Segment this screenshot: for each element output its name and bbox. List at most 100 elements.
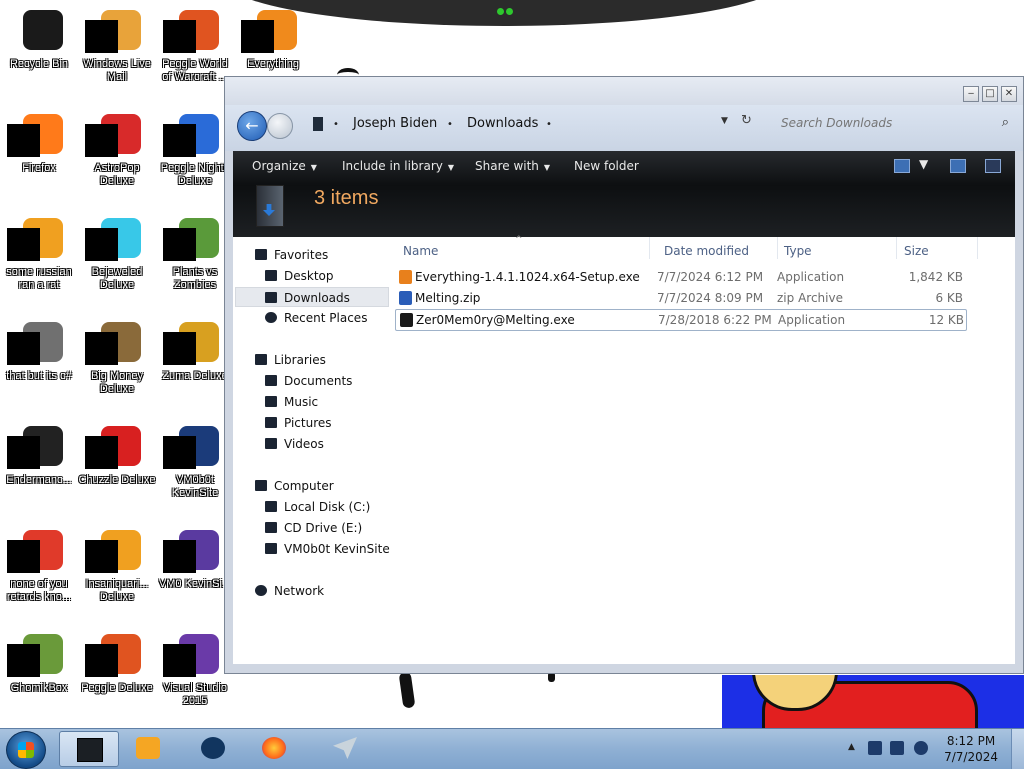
desktop-icon[interactable]: Zuma Deluxe bbox=[156, 312, 234, 383]
column-header-name[interactable]: Name bbox=[403, 241, 438, 261]
column-header-date[interactable]: Date modified bbox=[664, 241, 749, 261]
file-row[interactable]: Everything-1.4.1.1024.x64-Setup.exe 7/7/2… bbox=[395, 267, 965, 287]
tray-monitor-icon[interactable] bbox=[890, 741, 904, 755]
desktop-icon-label: Chuzzle Deluxe bbox=[78, 474, 156, 486]
taskbar-globe-button[interactable] bbox=[184, 731, 242, 765]
file-icon bbox=[399, 270, 412, 284]
file-row[interactable]: Zer0Mem0ry@Melting.exe 7/28/2018 6:22 PM A… bbox=[395, 309, 967, 331]
nav-computer[interactable]: Computer bbox=[255, 476, 334, 496]
file-list[interactable]: ^ Name Date modified Type Size Everythin… bbox=[393, 235, 1015, 664]
nav-network[interactable]: Network bbox=[255, 581, 324, 601]
desktop-icon-image bbox=[85, 320, 141, 368]
desktop-icon[interactable]: Big Money Deluxe bbox=[78, 312, 156, 396]
nav-libraries[interactable]: Libraries bbox=[255, 350, 326, 370]
nav-downloads[interactable]: Downloads bbox=[235, 287, 389, 307]
desktop-icon-label: VM0 KevinSi... bbox=[158, 578, 232, 590]
show-hidden-icons-icon[interactable]: ▲ bbox=[848, 742, 855, 752]
desktop-icon[interactable]: Endermanc... bbox=[0, 416, 78, 487]
nav-label: Recent Places bbox=[284, 311, 368, 325]
taskbar-firefox-button[interactable] bbox=[245, 731, 303, 765]
file-name: Zer0Mem0ry@Melting.exe bbox=[416, 313, 575, 327]
forward-button[interactable] bbox=[267, 113, 293, 139]
desktop-icon[interactable]: AstroPop Deluxe bbox=[78, 104, 156, 188]
organize-label: Organize bbox=[252, 159, 306, 173]
nav-favorites[interactable]: Favorites bbox=[255, 245, 328, 265]
desktop-icon[interactable]: Everything bbox=[234, 0, 312, 71]
file-size: 12 KB bbox=[928, 313, 964, 327]
help-icon[interactable] bbox=[985, 159, 1001, 173]
show-desktop-button[interactable] bbox=[1011, 729, 1024, 769]
desktop-icon[interactable]: some russian ran a rat bbox=[0, 208, 78, 292]
close-button[interactable]: ✕ bbox=[1001, 86, 1017, 102]
column-divider[interactable] bbox=[649, 237, 650, 259]
new-folder-button[interactable]: New folder bbox=[574, 159, 639, 173]
desktop-icon[interactable]: Peggle Deluxe bbox=[78, 624, 156, 695]
nav-local-disk[interactable]: Local Disk (C:) bbox=[265, 497, 370, 517]
nav-vm0b0t[interactable]: VM0b0t KevinSite bbox=[265, 539, 390, 559]
share-with-button[interactable]: Share with ▼ bbox=[475, 159, 550, 173]
refresh-icon[interactable]: ↻ bbox=[741, 113, 752, 128]
desktop-icon[interactable]: Firefox bbox=[0, 104, 78, 175]
minimize-button[interactable]: ‒ bbox=[963, 86, 979, 102]
tray-volume-icon[interactable] bbox=[914, 741, 928, 755]
windows-logo-icon bbox=[18, 742, 34, 758]
column-header-type[interactable]: Type bbox=[784, 241, 812, 261]
desktop-icon[interactable]: Insaniquari... Deluxe bbox=[78, 520, 156, 604]
nav-pictures[interactable]: Pictures bbox=[265, 413, 332, 433]
desktop-icon[interactable]: that but its c# bbox=[0, 312, 78, 383]
nav-recent-places[interactable]: Recent Places bbox=[265, 308, 367, 328]
taskbar-media-player-button[interactable] bbox=[119, 731, 177, 765]
column-divider[interactable] bbox=[777, 237, 778, 259]
desktop-icon[interactable]: Plants vs Zombies bbox=[156, 208, 234, 292]
desktop-icon[interactable]: Peggle World of Warcraft ... bbox=[156, 0, 234, 84]
desktop-icon[interactable]: GhomikBox bbox=[0, 624, 78, 695]
address-dropdown-icon[interactable]: ▼ bbox=[721, 116, 728, 126]
desktop-icon[interactable]: VM0b0t KevinSite bbox=[156, 416, 234, 500]
nav-label: Libraries bbox=[274, 353, 326, 367]
nav-music[interactable]: Music bbox=[265, 392, 318, 412]
tray-shield-icon[interactable] bbox=[868, 741, 882, 755]
taskbar-explorer-button[interactable] bbox=[59, 731, 119, 767]
clock-time: 8:12 PM bbox=[946, 734, 996, 748]
start-button[interactable] bbox=[6, 731, 46, 769]
maximize-button[interactable]: □ bbox=[982, 86, 998, 102]
globe-icon bbox=[201, 737, 225, 759]
desktop-icon[interactable]: Chuzzle Deluxe bbox=[78, 416, 156, 487]
desktop-icon[interactable]: VM0 KevinSi... bbox=[156, 520, 234, 591]
file-size: 1,842 KB bbox=[908, 270, 963, 284]
desktop-icon[interactable]: Bejeweled Deluxe bbox=[78, 208, 156, 292]
nav-desktop[interactable]: Desktop bbox=[265, 266, 334, 286]
breadcrumb-user[interactable]: Joseph Biden bbox=[353, 116, 437, 131]
address-bar[interactable]: • Joseph Biden • Downloads • bbox=[303, 111, 753, 137]
organize-button[interactable]: Organize ▼ bbox=[252, 159, 317, 173]
preview-pane-icon[interactable] bbox=[950, 159, 966, 173]
search-box[interactable]: ⌕ bbox=[775, 111, 1015, 135]
nav-cd-drive[interactable]: CD Drive (E:) bbox=[265, 518, 362, 538]
nav-documents[interactable]: Documents bbox=[265, 371, 352, 391]
desktop-icon[interactable]: Peggle Nights Deluxe bbox=[156, 104, 234, 188]
column-header-size[interactable]: Size bbox=[904, 241, 929, 261]
column-divider[interactable] bbox=[896, 237, 897, 259]
explorer-icon bbox=[77, 738, 103, 762]
taskbar-send-button[interactable] bbox=[316, 731, 374, 765]
window-title-bar[interactable]: ‒ □ ✕ bbox=[225, 77, 1023, 105]
back-button[interactable]: ← bbox=[237, 111, 267, 141]
clock[interactable]: 8:12 PM 7/7/2024 bbox=[944, 733, 998, 765]
change-view-icon[interactable] bbox=[894, 159, 910, 173]
desktop-icon[interactable]: Visual Studio 2015 bbox=[156, 624, 234, 708]
desktop-icon[interactable]: Windows Live Mail bbox=[78, 0, 156, 84]
column-divider[interactable] bbox=[977, 237, 978, 259]
desktop-icon[interactable]: Recycle Bin bbox=[0, 0, 78, 71]
breadcrumb-downloads[interactable]: Downloads bbox=[467, 116, 538, 131]
search-icon[interactable]: ⌕ bbox=[1002, 115, 1009, 130]
desktop-icon-image bbox=[15, 8, 63, 56]
file-row[interactable]: Melting.zip 7/7/2024 8:09 PM zip Archive 6 … bbox=[395, 288, 965, 308]
nav-videos[interactable]: Videos bbox=[265, 434, 324, 454]
include-in-library-button[interactable]: Include in library ▼ bbox=[342, 159, 454, 173]
view-options-chevron-icon[interactable]: ▼ bbox=[919, 157, 928, 171]
explorer-window[interactable]: ‒ □ ✕ ← • Joseph Biden • Downloads • ▼ ↻… bbox=[224, 76, 1024, 674]
search-input[interactable] bbox=[775, 111, 1015, 135]
system-tray: ▲ 8:12 PM 7/7/2024 bbox=[842, 729, 1024, 769]
desktop-icon[interactable]: none of you retards kno... bbox=[0, 520, 78, 604]
breadcrumb-separator: • bbox=[333, 119, 339, 130]
